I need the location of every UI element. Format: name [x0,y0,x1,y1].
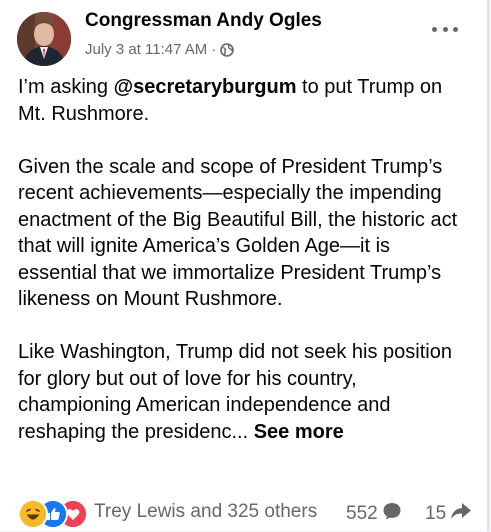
shares-number: 15 [425,503,447,524]
shares-count[interactable]: 15 [425,501,472,527]
engagement-bar: Trey Lewis and 325 others 552 15 [0,496,489,532]
post-meta: July 3 at 11:47 AM · [85,41,235,58]
globe-icon[interactable] [220,42,235,57]
post-paragraph-1: I’m asking @secretaryburgum to put Trump… [18,74,473,127]
author-name[interactable]: Congressman Andy Ogles [85,10,322,32]
post-timestamp[interactable]: July 3 at 11:47 AM [85,41,207,58]
mention-link[interactable]: @secretaryburgum [114,76,297,98]
haha-reaction-icon [18,499,48,529]
comments-number: 552 [346,503,378,524]
comment-bubble-icon [382,501,402,527]
more-options-icon[interactable] [432,24,458,34]
reaction-icons[interactable] [18,499,88,529]
more-dot [432,26,437,32]
more-dot [453,26,458,32]
post-paragraph-3: Like Washington, Trump did not seek his … [18,339,473,445]
post-body: I’m asking @secretaryburgum to put Trump… [18,74,473,445]
comments-count[interactable]: 552 [346,501,402,527]
paragraph-prefix: I’m asking [18,76,114,98]
more-dot [442,26,448,32]
post-paragraph-2: Given the scale and scope of President T… [18,155,458,311]
reactions-summary[interactable]: Trey Lewis and 325 others [94,501,317,523]
share-arrow-icon [450,501,472,527]
meta-separator: · [211,41,217,58]
paragraph-truncated-text: Like Washington, Trump did not seek his … [18,341,452,443]
see-more-link[interactable]: See more [254,421,344,443]
author-avatar[interactable] [17,12,71,66]
post-card: Congressman Andy Ogles July 3 at 11:47 A… [0,0,489,531]
